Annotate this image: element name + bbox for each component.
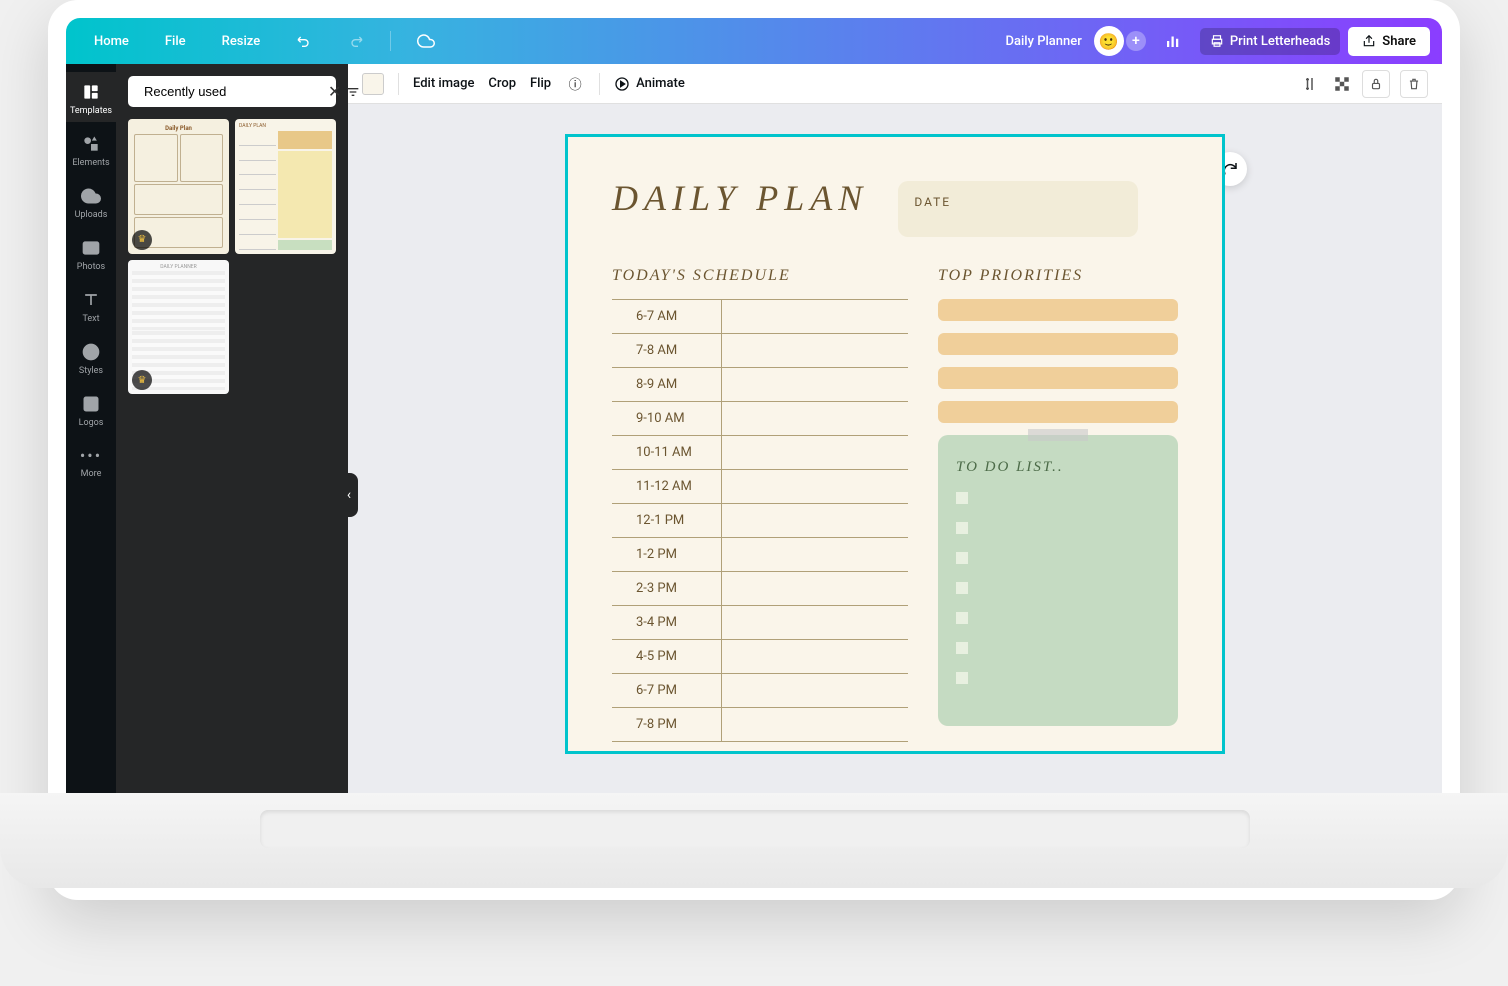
- clear-search-button[interactable]: ✕: [328, 82, 341, 101]
- photos-icon: [81, 238, 101, 258]
- insights-button[interactable]: [1154, 26, 1192, 56]
- search-box: ✕: [128, 76, 336, 107]
- schedule-row: 10-11 AM: [612, 436, 908, 470]
- rail-text[interactable]: Text: [66, 280, 116, 330]
- templates-icon: [81, 82, 101, 102]
- schedule-row: 3-4 PM: [612, 606, 908, 640]
- templates-panel: ✕ Daily Plan ♛ DAILY PLAN DAILY PLANNER: [116, 64, 348, 882]
- lock-icon: [1369, 77, 1383, 91]
- print-icon: [1210, 34, 1224, 48]
- redo-icon: [348, 33, 364, 49]
- schedule-row: 7-8 PM: [612, 708, 908, 742]
- text-icon: [81, 290, 101, 310]
- filter-button[interactable]: [345, 84, 361, 100]
- resize-menu[interactable]: Resize: [212, 28, 271, 55]
- todo-checkbox: [956, 552, 968, 564]
- animate-button[interactable]: Animate: [614, 76, 685, 92]
- undo-button[interactable]: [286, 27, 322, 55]
- schedule-row: 12-1 PM: [612, 504, 908, 538]
- schedule-row: 2-3 PM: [612, 572, 908, 606]
- share-icon: [1362, 34, 1376, 48]
- cloud-icon: [417, 32, 435, 50]
- priorities-heading: TOP PRIORITIES: [938, 267, 1178, 285]
- tool-rail: Templates Elements Uploads Photos Text S…: [66, 64, 116, 882]
- top-bar: Home File Resize Daily Planner 🙂 + Print…: [66, 18, 1442, 64]
- edit-image-button[interactable]: Edit image: [413, 76, 474, 91]
- context-toolbar: Edit image Crop Flip ⓘ Animate: [348, 64, 1442, 104]
- home-label: Home: [94, 34, 129, 49]
- todo-checkbox: [956, 642, 968, 654]
- rail-more[interactable]: ••• More: [66, 436, 116, 485]
- todo-checkbox: [956, 612, 968, 624]
- template-thumbnail[interactable]: DAILY PLAN: [235, 119, 336, 254]
- schedule-row: 6-7 AM: [612, 300, 908, 334]
- schedule-row: 6-7 PM: [612, 674, 908, 708]
- avatar[interactable]: 🙂: [1094, 26, 1124, 56]
- logos-icon: [81, 394, 101, 414]
- design-page[interactable]: DAILY PLAN DATE TODAY'S SCHEDULE 6-7 AM …: [565, 134, 1225, 754]
- schedule-row: 9-10 AM: [612, 402, 908, 436]
- lock-button[interactable]: [1362, 70, 1390, 98]
- chart-icon: [1164, 32, 1182, 50]
- more-icon: •••: [80, 446, 102, 465]
- crown-icon: ♛: [132, 230, 152, 250]
- planner-title: DAILY PLAN: [612, 177, 868, 219]
- schedule-row: 8-9 AM: [612, 368, 908, 402]
- schedule-row: 1-2 PM: [612, 538, 908, 572]
- todo-checkbox: [956, 522, 968, 534]
- add-member-button[interactable]: +: [1126, 31, 1146, 51]
- todo-checkbox: [956, 492, 968, 504]
- schedule-heading: TODAY'S SCHEDULE: [612, 267, 908, 285]
- styles-icon: [81, 342, 101, 362]
- crop-button[interactable]: Crop: [488, 76, 516, 91]
- rail-templates[interactable]: Templates: [66, 72, 116, 122]
- template-thumbnail[interactable]: DAILY PLANNER ♛: [128, 260, 229, 395]
- todo-checkbox: [956, 582, 968, 594]
- home-button[interactable]: Home: [78, 28, 139, 55]
- position-button[interactable]: [1302, 74, 1322, 94]
- animate-icon: [614, 76, 630, 92]
- flip-button[interactable]: Flip: [530, 76, 551, 91]
- cloud-sync-button[interactable]: [407, 26, 445, 56]
- schedule-row: 7-8 AM: [612, 334, 908, 368]
- document-title[interactable]: Daily Planner: [1005, 34, 1081, 49]
- elements-icon: [81, 134, 101, 154]
- delete-button[interactable]: [1400, 70, 1428, 98]
- print-button[interactable]: Print Letterheads: [1200, 28, 1340, 55]
- priority-slot: [938, 367, 1178, 389]
- priority-slot: [938, 299, 1178, 321]
- search-input[interactable]: [144, 84, 320, 99]
- rail-uploads[interactable]: Uploads: [66, 176, 116, 226]
- redo-button[interactable]: [338, 27, 374, 55]
- schedule-row: 4-5 PM: [612, 640, 908, 674]
- file-menu[interactable]: File: [155, 28, 196, 55]
- rail-elements[interactable]: Elements: [66, 124, 116, 174]
- rail-photos[interactable]: Photos: [66, 228, 116, 278]
- undo-icon: [296, 33, 312, 49]
- canvas-viewport[interactable]: DAILY PLAN DATE TODAY'S SCHEDULE 6-7 AM …: [348, 104, 1442, 842]
- share-button[interactable]: Share: [1348, 27, 1430, 56]
- template-thumbnail[interactable]: Daily Plan ♛: [128, 119, 229, 254]
- schedule-row: 11-12 AM: [612, 470, 908, 504]
- color-swatch[interactable]: [362, 73, 384, 95]
- priority-slot: [938, 401, 1178, 423]
- rail-styles[interactable]: Styles: [66, 332, 116, 382]
- uploads-icon: [81, 186, 101, 206]
- transparency-button[interactable]: [1332, 74, 1352, 94]
- date-box: DATE: [898, 181, 1138, 237]
- todo-checkbox: [956, 672, 968, 684]
- schedule-table: 6-7 AM 7-8 AM 8-9 AM 9-10 AM 10-11 AM 11…: [612, 299, 908, 742]
- priority-slot: [938, 333, 1178, 355]
- info-button[interactable]: ⓘ: [565, 74, 585, 94]
- todo-card: TO DO LIST..: [938, 435, 1178, 726]
- trash-icon: [1407, 77, 1421, 91]
- rail-logos[interactable]: Logos: [66, 384, 116, 434]
